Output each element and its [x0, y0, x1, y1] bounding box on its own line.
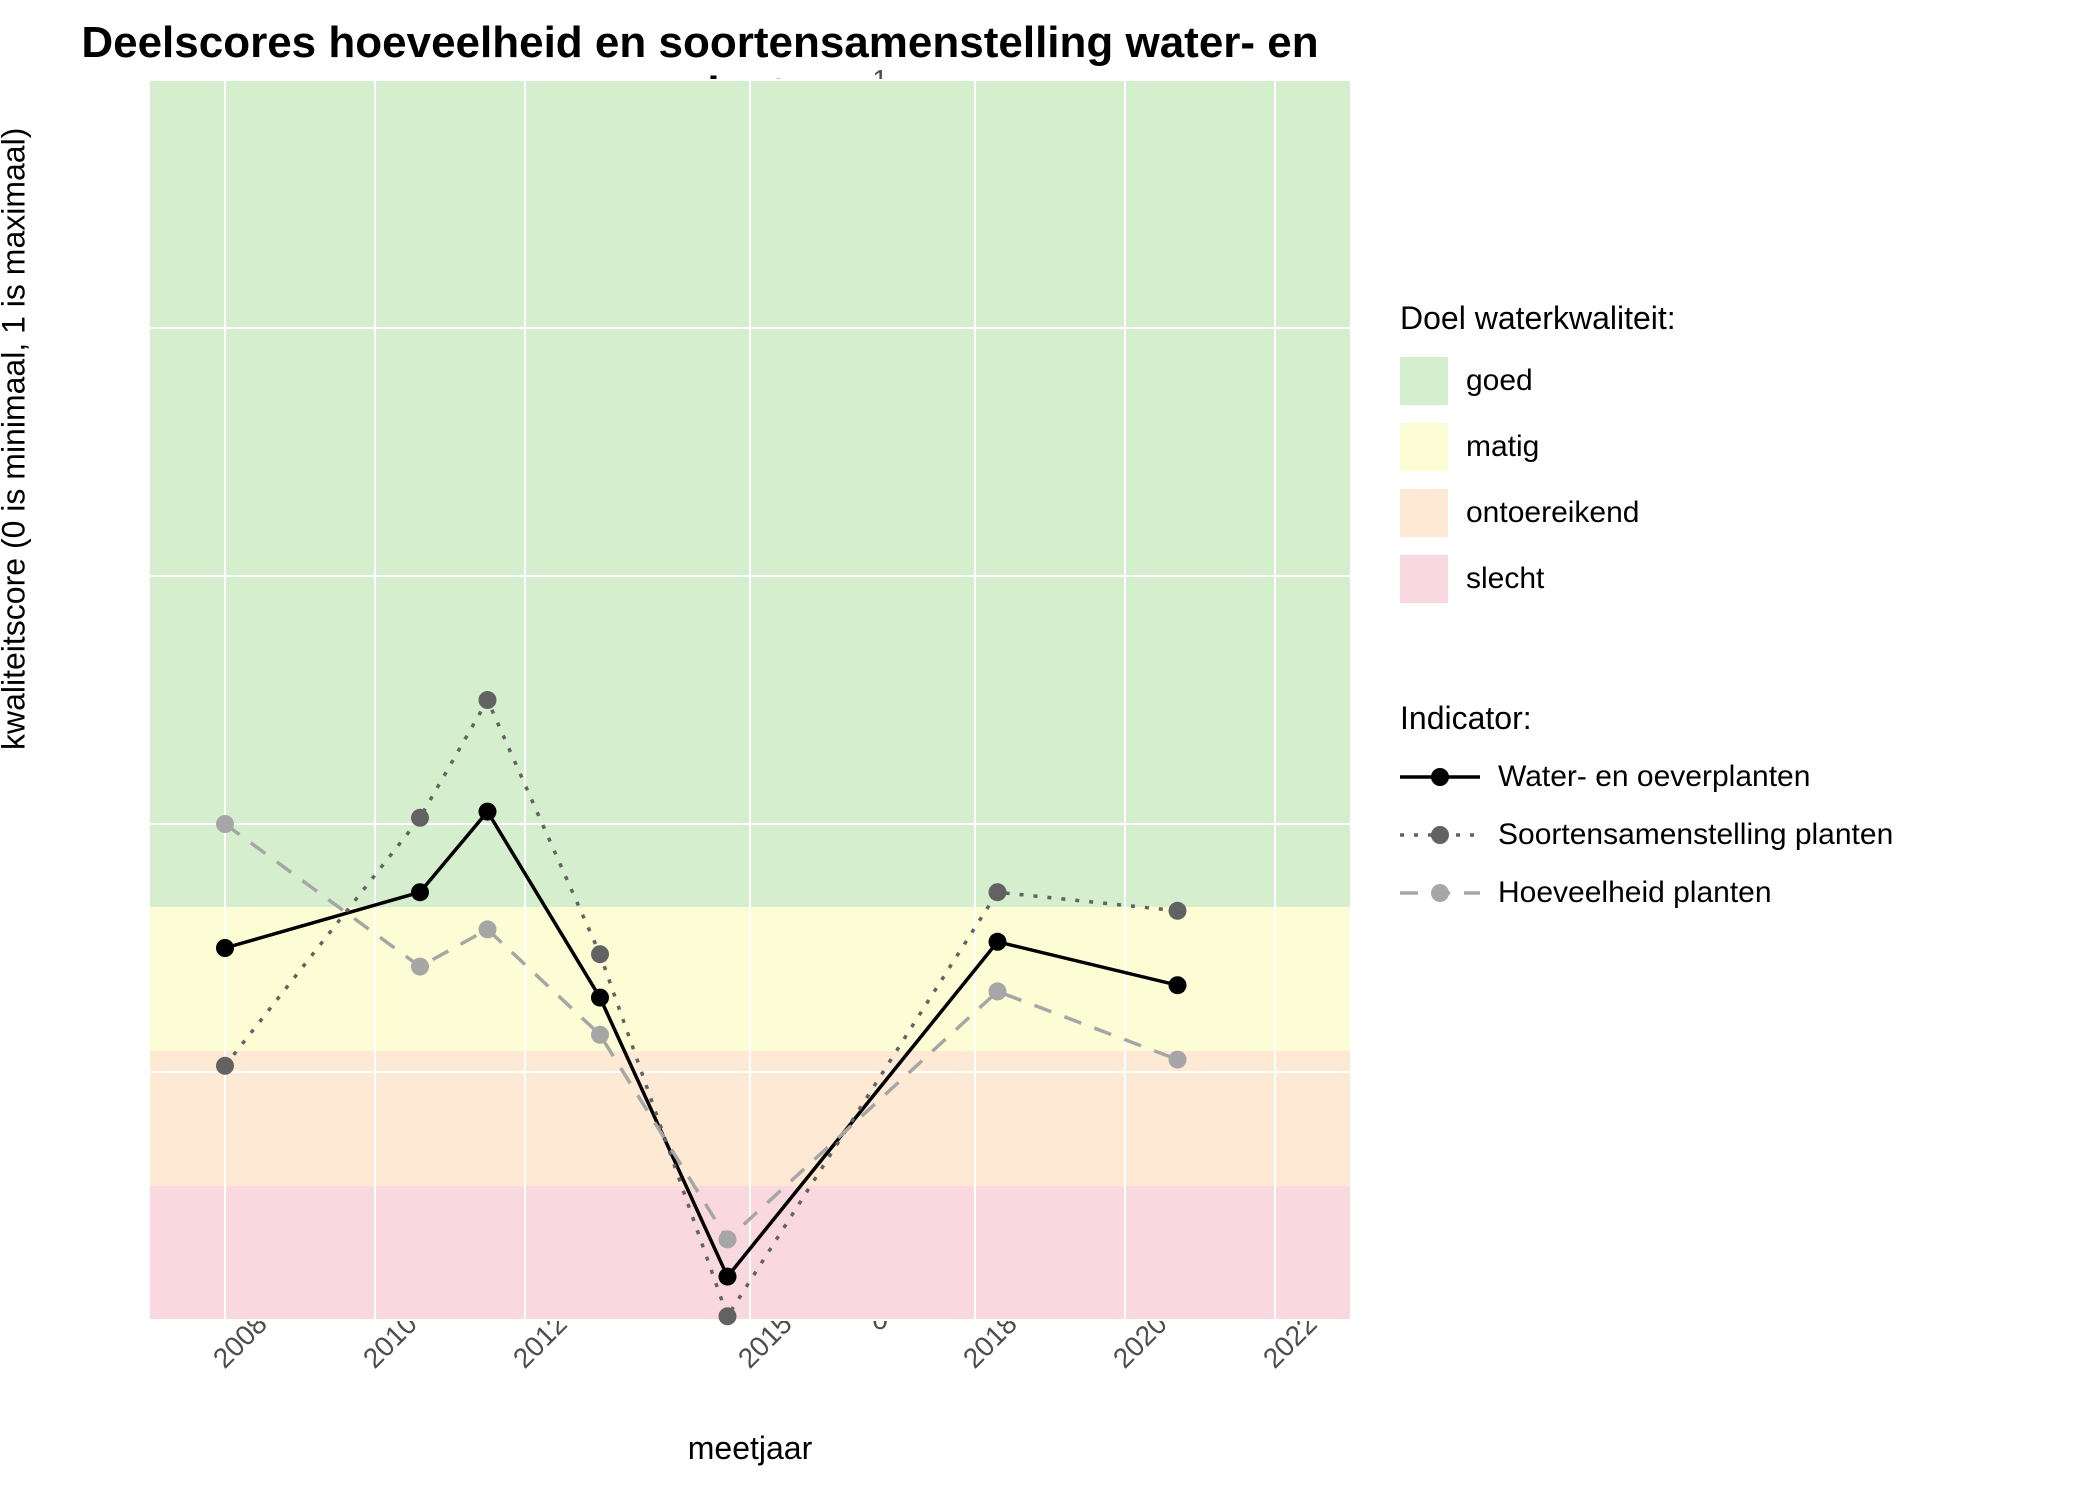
chart-container: Deelscores hoeveelheid en soortensamenst…	[0, 0, 2100, 1500]
data-point	[411, 809, 429, 827]
data-point	[479, 920, 497, 938]
plot-panel	[150, 80, 1350, 1320]
legend-swatch	[1400, 489, 1448, 537]
data-point	[216, 815, 234, 833]
series-layer	[150, 80, 1350, 1320]
data-point	[989, 933, 1007, 951]
legend-indicator: Indicator: Water- en oeverplanten Soorten…	[1400, 700, 2050, 931]
data-point	[216, 939, 234, 957]
plot-area	[150, 80, 1350, 1320]
data-point	[989, 883, 1007, 901]
legend-swatch	[1400, 357, 1448, 405]
data-point	[479, 691, 497, 709]
legend-label: Hoeveelheid planten	[1498, 876, 1772, 910]
legend-quality-item: matig	[1400, 423, 2050, 471]
data-point	[216, 1057, 234, 1075]
legend-swatch	[1400, 815, 1480, 855]
legend-quality-title: Doel waterkwaliteit:	[1400, 300, 2050, 337]
data-point	[1169, 1051, 1187, 1069]
legend-label: matig	[1466, 430, 1539, 464]
legend-quality: Doel waterkwaliteit: goed matig ontoereike…	[1400, 300, 2050, 621]
legend-swatch	[1400, 757, 1480, 797]
legend-swatch	[1400, 555, 1448, 603]
data-point	[719, 1230, 737, 1248]
legend-label: ontoereikend	[1466, 496, 1639, 530]
y-axis-label: kwaliteitscore (0 is minimaal, 1 is maxi…	[0, 128, 33, 750]
legend-label: Soortensamenstelling planten	[1498, 818, 1893, 852]
data-point	[479, 803, 497, 821]
x-axis-label: meetjaar	[150, 1430, 1350, 1467]
legend-indicator-item: Soortensamenstelling planten	[1400, 815, 2050, 855]
legend-indicator-item: Hoeveelheid planten	[1400, 873, 2050, 913]
legend-swatch	[1400, 423, 1448, 471]
series-line	[225, 824, 1178, 1239]
data-point	[591, 989, 609, 1007]
data-point	[1169, 976, 1187, 994]
data-point	[591, 945, 609, 963]
legend-label: goed	[1466, 364, 1533, 398]
legend-quality-item: ontoereikend	[1400, 489, 2050, 537]
data-point	[411, 883, 429, 901]
series-line	[225, 700, 1178, 1316]
series-line	[225, 812, 1178, 1277]
legend-label: Water- en oeverplanten	[1498, 760, 1810, 794]
data-point	[591, 1026, 609, 1044]
data-point	[411, 958, 429, 976]
data-point	[719, 1307, 737, 1325]
legend-indicator-item: Water- en oeverplanten	[1400, 757, 2050, 797]
legend-quality-item: slecht	[1400, 555, 2050, 603]
legend-quality-item: goed	[1400, 357, 2050, 405]
legend-indicator-title: Indicator:	[1400, 700, 2050, 737]
data-point	[719, 1268, 737, 1286]
legend-swatch	[1400, 873, 1480, 913]
legend-label: slecht	[1466, 562, 1544, 596]
data-point	[989, 982, 1007, 1000]
data-point	[1169, 902, 1187, 920]
